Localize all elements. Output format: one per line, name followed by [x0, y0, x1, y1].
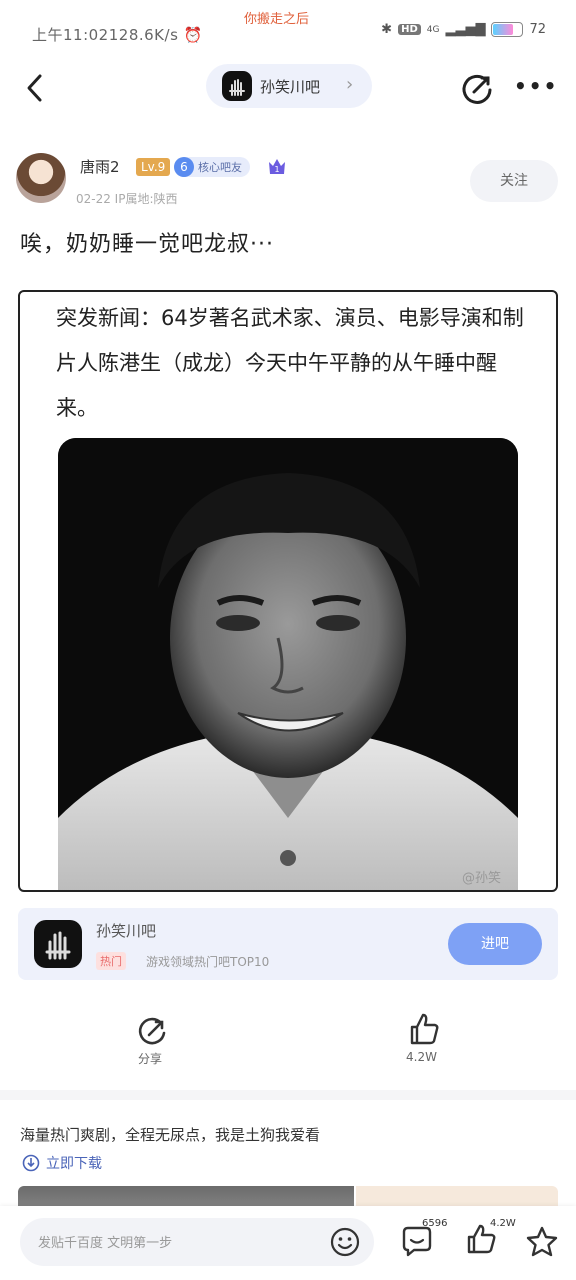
reply-input[interactable]: 发贴千百度 文明第一步 — [20, 1218, 374, 1266]
enter-forum-button[interactable]: 进吧 — [448, 923, 542, 965]
crown-number: 1 — [274, 165, 279, 174]
share-label[interactable]: 分享 — [138, 1050, 162, 1067]
crown-icon: 1 — [269, 159, 285, 174]
image-watermark: @孙笑 — [462, 871, 502, 886]
avatar[interactable] — [16, 153, 66, 203]
forum-pill[interactable]: 孙笑川吧 › — [206, 64, 372, 108]
hd-icon: HD — [398, 24, 421, 35]
ad-text[interactable]: 海量热门爽剧，全程无尿点，我是土狗我爱看 — [20, 1124, 320, 1145]
battery-level: 72 — [529, 22, 546, 37]
comment-icon[interactable] — [400, 1224, 434, 1258]
emoji-icon[interactable] — [330, 1227, 360, 1257]
status-bar: 上午11:02128.6K/s ⏰ 你搬走之后 ✱ HD 4G ▂▃▅▇ 72 — [0, 0, 576, 60]
member-badge: 6 核心吧友 — [174, 157, 250, 177]
download-label: 立即下载 — [46, 1156, 102, 1172]
reply-placeholder: 发贴千百度 文明第一步 — [38, 1236, 173, 1251]
thumbs-up-icon[interactable] — [404, 1010, 442, 1048]
clock-time: 上午11:02 — [32, 26, 109, 44]
status-time: 上午11:02128.6K/s ⏰ — [32, 24, 203, 45]
badge-text: 核心吧友 — [198, 161, 242, 174]
battery-icon — [491, 22, 524, 37]
post-meta: 02-22 IP属地:陕西 — [76, 192, 178, 206]
status-notification: 你搬走之后 — [244, 12, 310, 27]
portrait-photo — [58, 438, 518, 890]
author-name[interactable]: 唐雨2 — [80, 156, 120, 177]
post-image[interactable]: 突发新闻：64岁著名武术家、演员、电影导演和制片人陈港生（成龙）今天中午平静的从… — [18, 290, 558, 892]
ad-download-link[interactable]: 立即下载 — [22, 1153, 102, 1173]
network-type: 4G — [426, 24, 440, 35]
forum-logo-icon — [222, 71, 252, 101]
badge-number: 6 — [174, 157, 194, 177]
status-right: ✱ HD 4G ▂▃▅▇ 72 — [381, 22, 546, 37]
bottom-bar: 发贴千百度 文明第一步 6596 4.2W — [0, 1206, 576, 1280]
like-count: 4.2W — [490, 1218, 516, 1229]
follow-button[interactable]: 关注 — [470, 160, 558, 202]
forum-pill-name: 孙笑川吧 — [260, 78, 321, 96]
bluetooth-icon: ✱ — [381, 22, 393, 37]
divider — [0, 1090, 576, 1100]
post-text: 唉，奶奶睡一觉吧龙叔··· — [20, 232, 274, 257]
level-badge: Lv.9 — [136, 158, 171, 176]
signal-icon: ▂▃▅▇ — [445, 22, 486, 37]
network-speed: 128.6K/s — [108, 26, 179, 44]
forum-card-name: 孙笑川吧 — [96, 922, 157, 940]
forum-logo-icon — [34, 920, 82, 968]
like-count: 4.2W — [406, 1050, 437, 1064]
share-icon[interactable] — [136, 1014, 170, 1048]
star-icon[interactable] — [524, 1224, 560, 1260]
back-icon[interactable] — [22, 70, 52, 106]
share-icon[interactable] — [460, 70, 496, 106]
forum-card[interactable]: 孙笑川吧 热门 游戏领域热门吧TOP10 进吧 — [18, 908, 558, 980]
hot-tag: 热门 — [96, 952, 126, 970]
alarm-icon: ⏰ — [183, 26, 203, 44]
more-icon[interactable]: ••• — [514, 74, 558, 98]
forum-rank: 游戏领域热门吧TOP10 — [146, 955, 270, 969]
download-icon — [22, 1154, 40, 1172]
chevron-right-icon: › — [346, 74, 354, 95]
news-text: 突发新闻：64岁著名武术家、演员、电影导演和制片人陈港生（成龙）今天中午平静的从… — [56, 306, 524, 420]
comment-count: 6596 — [422, 1218, 448, 1229]
